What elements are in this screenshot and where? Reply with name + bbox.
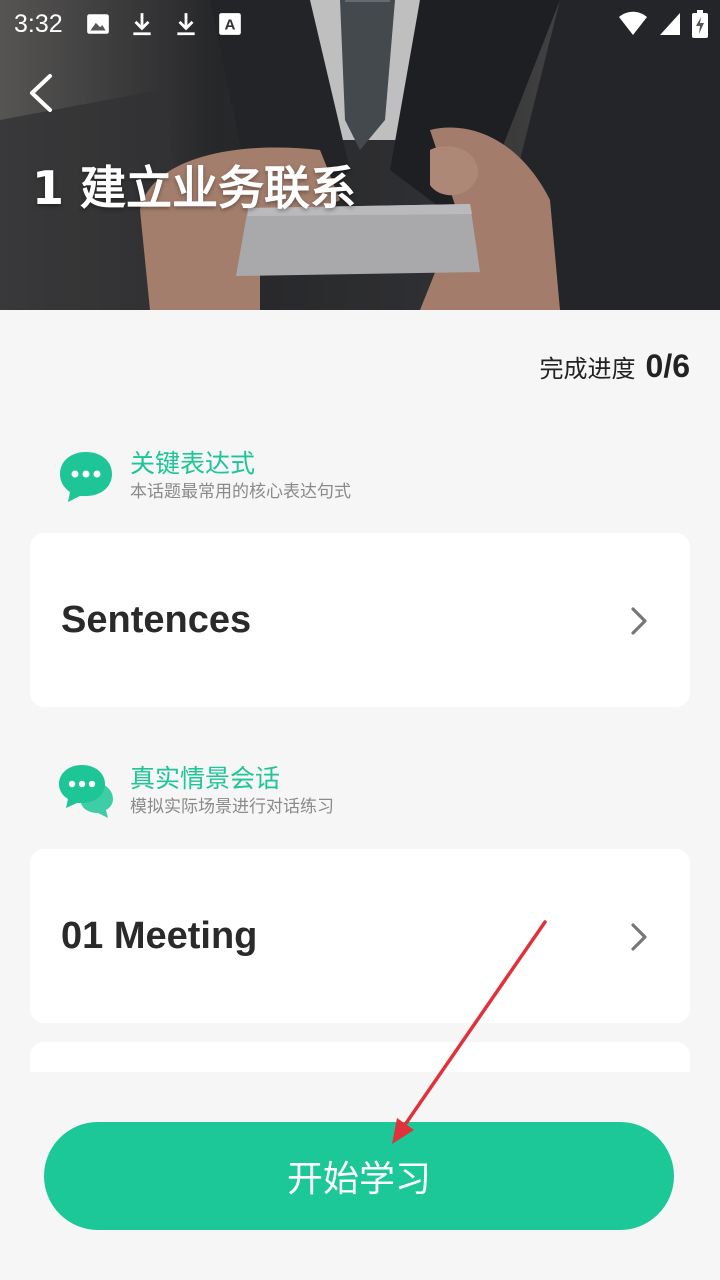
section-subtitle: 本话题最常用的核心表达句式 bbox=[130, 482, 351, 502]
page-title: 1 建立业务联系 bbox=[32, 161, 357, 215]
card-meeting[interactable]: 01 Meeting bbox=[30, 849, 690, 1023]
section-subtitle: 模拟实际场景进行对话练习 bbox=[130, 797, 334, 817]
signal-icon bbox=[660, 13, 680, 35]
status-right bbox=[618, 10, 708, 38]
status-time: 3:32 bbox=[14, 9, 63, 38]
chevron-right-icon bbox=[631, 923, 647, 951]
chat-bubble-icon bbox=[60, 452, 112, 502]
image-icon bbox=[86, 14, 109, 34]
section-real-dialogues: 真实情景会话 模拟实际场景进行对话练习 bbox=[58, 763, 334, 819]
card-partial[interactable] bbox=[30, 1042, 690, 1072]
header-banner: 3:32 A 1 建立业务联系 bbox=[0, 0, 720, 310]
section-key-expressions: 关键表达式 本话题最常用的核心表达句式 bbox=[58, 448, 351, 504]
start-learning-button[interactable]: 开始学习 bbox=[44, 1122, 674, 1230]
download-icon bbox=[177, 13, 195, 36]
download-icon bbox=[133, 13, 151, 36]
progress-indicator: 完成进度 0/6 bbox=[540, 348, 690, 385]
card-label: Sentences bbox=[61, 599, 252, 641]
progress-value: 0/6 bbox=[645, 348, 690, 384]
wifi-icon bbox=[619, 11, 647, 35]
font-icon: A bbox=[218, 13, 241, 35]
battery-charging-icon bbox=[692, 10, 708, 38]
chevron-right-icon bbox=[631, 607, 647, 635]
chat-bubbles-icon bbox=[59, 765, 113, 818]
progress-label: 完成进度 bbox=[539, 355, 636, 383]
status-bar: 3:32 A bbox=[0, 0, 720, 48]
svg-text:A: A bbox=[224, 16, 235, 33]
screen: 3:32 A 1 建立业务联系 完成进度 0/6 关键表达式 本话题最常用的核心… bbox=[0, 0, 720, 1280]
section-title: 真实情景会话 bbox=[130, 764, 281, 793]
card-sentences[interactable]: Sentences bbox=[30, 533, 690, 707]
section-title: 关键表达式 bbox=[130, 449, 256, 478]
back-button[interactable] bbox=[22, 70, 62, 116]
card-label: 01 Meeting bbox=[61, 915, 258, 957]
